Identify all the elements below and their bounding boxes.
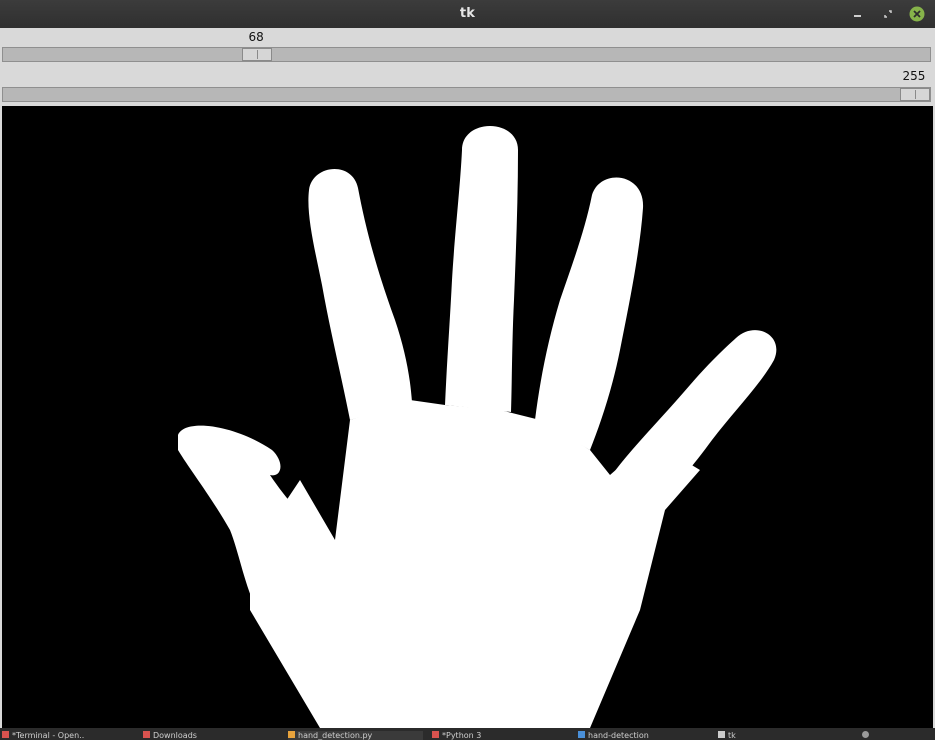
taskbar-item[interactable]: *Terminal - Open.. — [2, 731, 130, 740]
window-title: tk — [459, 6, 476, 21]
browser-icon — [578, 731, 585, 738]
taskbar-item[interactable]: hand-detection — [578, 731, 708, 740]
scale-value-label: 68 — [248, 30, 264, 44]
taskbar-item[interactable]: tk — [718, 731, 848, 740]
taskbar-item[interactable]: Downloads — [143, 731, 273, 740]
taskbar-item[interactable]: hand_detection.py — [288, 731, 423, 740]
editor-icon — [288, 731, 295, 738]
scale-value-label: 255 — [902, 69, 926, 83]
scale-trough[interactable] — [2, 87, 931, 102]
taskbar-item[interactable]: *Python 3 — [432, 731, 567, 740]
terminal-icon — [432, 731, 439, 738]
close-icon[interactable] — [909, 6, 925, 22]
window-icon — [718, 731, 725, 738]
folder-icon — [143, 731, 150, 738]
hand-mask-image — [178, 126, 777, 728]
scale-slider-handle[interactable] — [900, 88, 930, 101]
app-icon — [2, 731, 9, 738]
maximize-icon[interactable] — [880, 6, 896, 22]
scale-trough[interactable] — [2, 47, 931, 62]
minimize-icon[interactable] — [850, 6, 866, 22]
threshold-lower-scale[interactable]: 68 — [0, 28, 935, 66]
tray-icon — [862, 731, 869, 738]
threshold-upper-scale[interactable]: 255 — [0, 66, 935, 106]
tray-area[interactable] — [862, 731, 934, 740]
image-canvas — [2, 106, 933, 728]
taskbar[interactable]: *Terminal - Open.. Downloads hand_detect… — [0, 728, 935, 740]
title-bar[interactable]: tk — [0, 0, 935, 28]
scale-slider-handle[interactable] — [242, 48, 272, 61]
